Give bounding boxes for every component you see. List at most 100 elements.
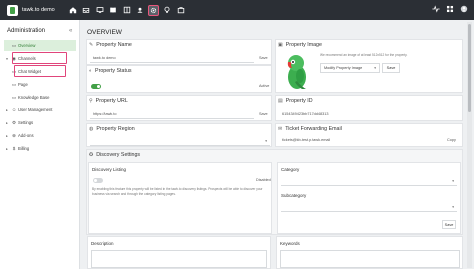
chevron-down-icon: ▾ [452, 205, 454, 209]
page-title: OVERVIEW [87, 29, 122, 36]
knowledge-base-icon: ▭ [11, 94, 17, 100]
description-textarea[interactable] [91, 250, 267, 268]
sidebar-item-page[interactable]: ▭ Page [10, 79, 70, 90]
discovery-settings-card: ✪ Discovery Settings Discovery Listing Di… [86, 149, 463, 235]
property-url-card: ⚲ Property URL https://tawk.to Save [86, 95, 272, 121]
discovery-listing-panel: Discovery Listing Disabled By enabling t… [88, 162, 272, 234]
discovery-listing-toggle[interactable] [93, 178, 103, 183]
chevron-down-icon: ▾ [452, 179, 454, 183]
property-url-save-button[interactable]: Save [259, 112, 268, 116]
property-status-card: ◐ Property Status Active [86, 65, 272, 93]
property-name-label: Property Name [96, 42, 132, 48]
sidebar-item-overview[interactable]: ▭ Overview [4, 40, 76, 51]
keywords-input[interactable] [280, 250, 460, 268]
sidebar-item-label: Add-ons [18, 133, 34, 138]
globe-icon: ◍ [89, 126, 94, 132]
columns-icon[interactable] [120, 0, 134, 20]
description-card: Description [87, 236, 271, 269]
bulb-icon[interactable] [161, 0, 175, 20]
sidebar-title: Administration [7, 28, 46, 34]
category-panel: Category ▾ Subcategory ▾ Save [277, 162, 461, 234]
property-url-label: Property URL [95, 98, 128, 104]
monitor-icon[interactable] [93, 0, 107, 20]
avatar[interactable] [460, 5, 468, 15]
property-image-save-button[interactable]: Save [382, 63, 400, 73]
gear-icon: ⚙ [11, 119, 17, 125]
top-bar: tawk.to demo [0, 0, 474, 20]
property-status-value: Active [259, 84, 270, 88]
description-label: Description [91, 241, 114, 246]
book-icon[interactable] [107, 0, 121, 20]
id-icon: ▤ [278, 98, 283, 104]
discovery-listing-label: Discovery Listing [92, 167, 127, 172]
sidebar-item-add-ons[interactable]: ▸ ⊕ Add-ons [4, 130, 76, 141]
overview-icon: ▭ [11, 42, 17, 48]
property-parrot-image [282, 53, 312, 91]
main-nav [66, 0, 188, 20]
page-icon: ▭ [11, 81, 17, 87]
sidebar-item-label: Page [18, 82, 28, 87]
category-select[interactable]: ▾ [281, 177, 457, 186]
user-icon: ☺ [11, 107, 17, 112]
ticket-icon: ✉ [278, 126, 283, 132]
keywords-card: Keywords [276, 236, 463, 269]
property-id-value: 6154349423bb717dd48313 [282, 112, 329, 116]
ticket-forwarding-email: tickets@kb-test.p.tawk.email [282, 138, 331, 142]
property-id-label: Property ID [285, 98, 313, 104]
contacts-icon[interactable] [134, 0, 148, 20]
sidebar-item-label: Settings [18, 120, 34, 125]
property-region-select[interactable]: ▾ [90, 137, 270, 146]
home-icon[interactable] [66, 0, 80, 20]
collapse-sidebar-icon[interactable]: « [69, 28, 72, 34]
discovery-settings-label: Discovery Settings [96, 152, 141, 158]
property-name-save-button[interactable]: Save [259, 56, 268, 60]
tawk-logo-icon[interactable] [7, 4, 18, 16]
activity-icon[interactable] [432, 5, 440, 15]
dollar-icon: $ [12, 146, 16, 151]
scrollbar-thumb[interactable] [468, 24, 471, 112]
keywords-label: Keywords [280, 241, 300, 246]
property-image-hint: We recommend an image of at least 512x51… [320, 53, 408, 57]
settings-icon[interactable] [147, 0, 161, 20]
property-name-card: ✎ Property Name tawk.to demo Save [86, 39, 272, 65]
link-icon: ⚲ [89, 98, 93, 104]
add-ons-icon[interactable] [174, 0, 188, 20]
brand-name[interactable]: tawk.to demo [22, 7, 66, 13]
grid-icon[interactable] [446, 5, 454, 15]
ticket-forwarding-card: ✉ Ticket Forwarding Email tickets@kb-test… [275, 123, 463, 147]
discovery-listing-state: Disabled [256, 178, 271, 182]
sidebar-item-knowledge-base[interactable]: ▭ Knowledge Base [10, 92, 70, 103]
inbox-icon[interactable] [80, 0, 94, 20]
sidebar-item-label: Knowledge Base [18, 95, 50, 100]
compass-icon: ✪ [89, 152, 94, 158]
sidebar-item-settings[interactable]: ▸ ⚙ Settings [4, 117, 76, 128]
property-image-label: Property Image [285, 42, 322, 48]
highlight-chat-widget [14, 65, 66, 77]
page-scrollbar[interactable] [467, 22, 472, 268]
highlight-channels [12, 52, 67, 64]
sidebar-item-user-management[interactable]: ▸ ☺ User Management [4, 104, 76, 115]
discovery-listing-hint: By enabling this feature this property w… [92, 187, 263, 196]
subcategory-label: Subcategory [281, 193, 307, 198]
property-name-input[interactable]: tawk.to demo [90, 53, 254, 63]
copy-email-button[interactable]: Copy [447, 138, 456, 142]
property-region-card: ◍ Property Region ▾ [86, 123, 272, 147]
chevron-down-icon: ▾ [374, 66, 376, 70]
subcategory-select[interactable]: ▾ [281, 203, 457, 212]
property-status-label: Property Status [95, 68, 132, 74]
sidebar-item-billing[interactable]: ▸ $ Billing [4, 143, 76, 154]
ticket-forwarding-label: Ticket Forwarding Email [285, 126, 342, 132]
category-label: Category [281, 167, 300, 172]
add-ons-icon: ⊕ [12, 132, 16, 138]
discovery-save-button[interactable]: Save [442, 220, 456, 229]
sidebar-item-label: Overview [18, 43, 36, 48]
property-url-input[interactable]: https://tawk.to [90, 110, 254, 119]
sidebar-item-label: User Management [18, 107, 53, 112]
image-icon: ▣ [278, 42, 283, 48]
property-status-toggle[interactable] [91, 84, 101, 89]
modify-property-image-dropdown[interactable]: Modify Property Image ▾ [320, 63, 380, 73]
status-icon: ◐ [89, 68, 93, 74]
property-id-card: ▤ Property ID 6154349423bb717dd48313 [275, 95, 463, 121]
property-region-label: Property Region [96, 126, 135, 132]
chevron-down-icon: ▾ [265, 139, 267, 143]
